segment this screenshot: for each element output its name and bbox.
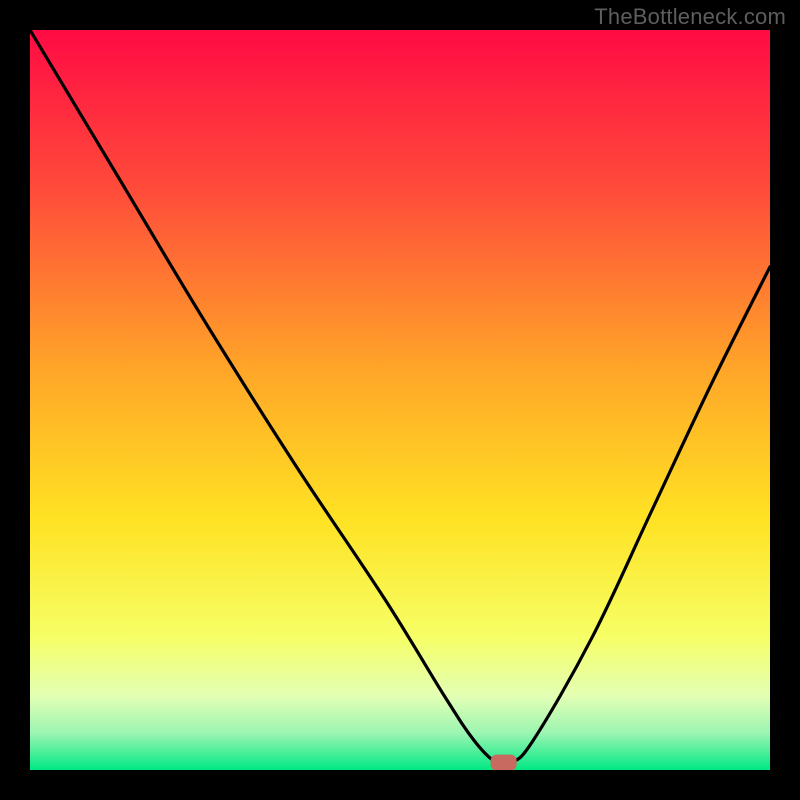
optimal-point-marker — [491, 755, 517, 770]
chart-frame: TheBottleneck.com — [0, 0, 800, 800]
plot-area — [30, 30, 770, 770]
watermark-text: TheBottleneck.com — [594, 4, 786, 30]
chart-svg — [30, 30, 770, 770]
gradient-background — [30, 30, 770, 770]
